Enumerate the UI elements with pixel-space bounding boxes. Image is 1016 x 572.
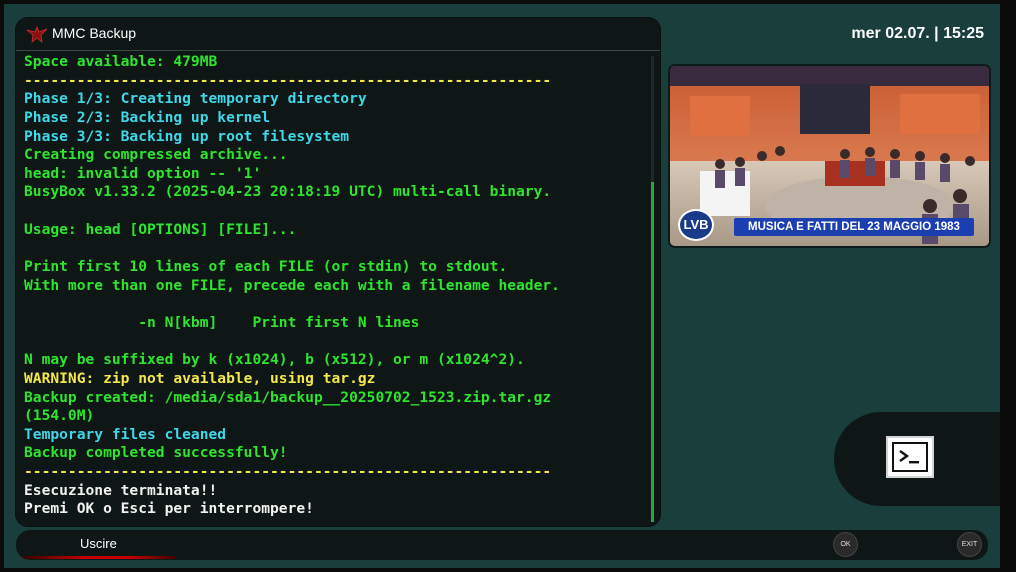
bottom-bar: Uscire OK EXIT [16,530,988,560]
console-output: Space available: 479MB ------------------… [24,53,644,523]
console-line: head: invalid option -- '1' [24,164,262,182]
console-title-bar: MMC Backup [16,18,660,51]
terminal-icon [892,442,928,472]
console-line: (154.0M) [24,407,95,425]
terminal-button[interactable] [886,436,934,478]
exit-label[interactable]: Uscire [80,536,117,551]
red-key-indicator [24,556,176,559]
console-line: Usage: head [OPTIONS] [FILE]... [24,220,297,238]
console-window: MMC Backup Space available: 479MB -------… [16,18,660,526]
channel-logo: LVB [678,209,714,241]
console-line: ----------------------------------------… [24,71,552,89]
console-line: -n N[kbm] Print first N lines [24,313,420,331]
console-line: N may be suffixed by k (x1024), b (x512)… [24,351,525,369]
preview-caption: MUSICA E FATTI DEL 23 MAGGIO 1983 [734,218,974,236]
console-line: Phase 1/3: Creating temporary directory [24,90,367,108]
clock: mer 02.07. | 15:25 [851,25,984,42]
bird-logo-icon [26,24,48,44]
console-line: WARNING: zip not available, using tar.gz [24,369,376,387]
console-line: Creating compressed archive... [24,146,288,164]
console-line: Esecuzione terminata!! [24,481,218,499]
console-line: Backup created: /media/sda1/backup__2025… [24,388,552,406]
console-scrollbar-thumb[interactable] [651,182,654,522]
console-line: Phase 2/3: Backing up kernel [24,108,271,126]
console-scrollbar[interactable] [651,56,654,522]
console-line: Backup completed successfully! [24,444,288,462]
console-line: BusyBox v1.33.2 (2025-04-23 20:18:19 UTC… [24,183,552,201]
console-line: ----------------------------------------… [24,463,552,481]
ok-key-button[interactable]: OK [833,532,858,557]
exit-key-button[interactable]: EXIT [957,532,982,557]
terminal-panel [834,412,1000,506]
console-title: MMC Backup [52,25,137,41]
screen: MMC Backup Space available: 479MB -------… [4,4,1000,568]
console-line: Print first 10 lines of each FILE (or st… [24,258,508,276]
console-line: Temporary files cleaned [24,425,227,443]
console-line: Phase 3/3: Backing up root filesystem [24,127,350,145]
console-line: Space available: 479MB [24,53,218,70]
console-line: Premi OK o Esci per interrompere! [24,500,314,518]
tv-preview: LVB MUSICA E FATTI DEL 23 MAGGIO 1983 [670,66,989,246]
console-line: With more than one FILE, precede each wi… [24,276,560,294]
